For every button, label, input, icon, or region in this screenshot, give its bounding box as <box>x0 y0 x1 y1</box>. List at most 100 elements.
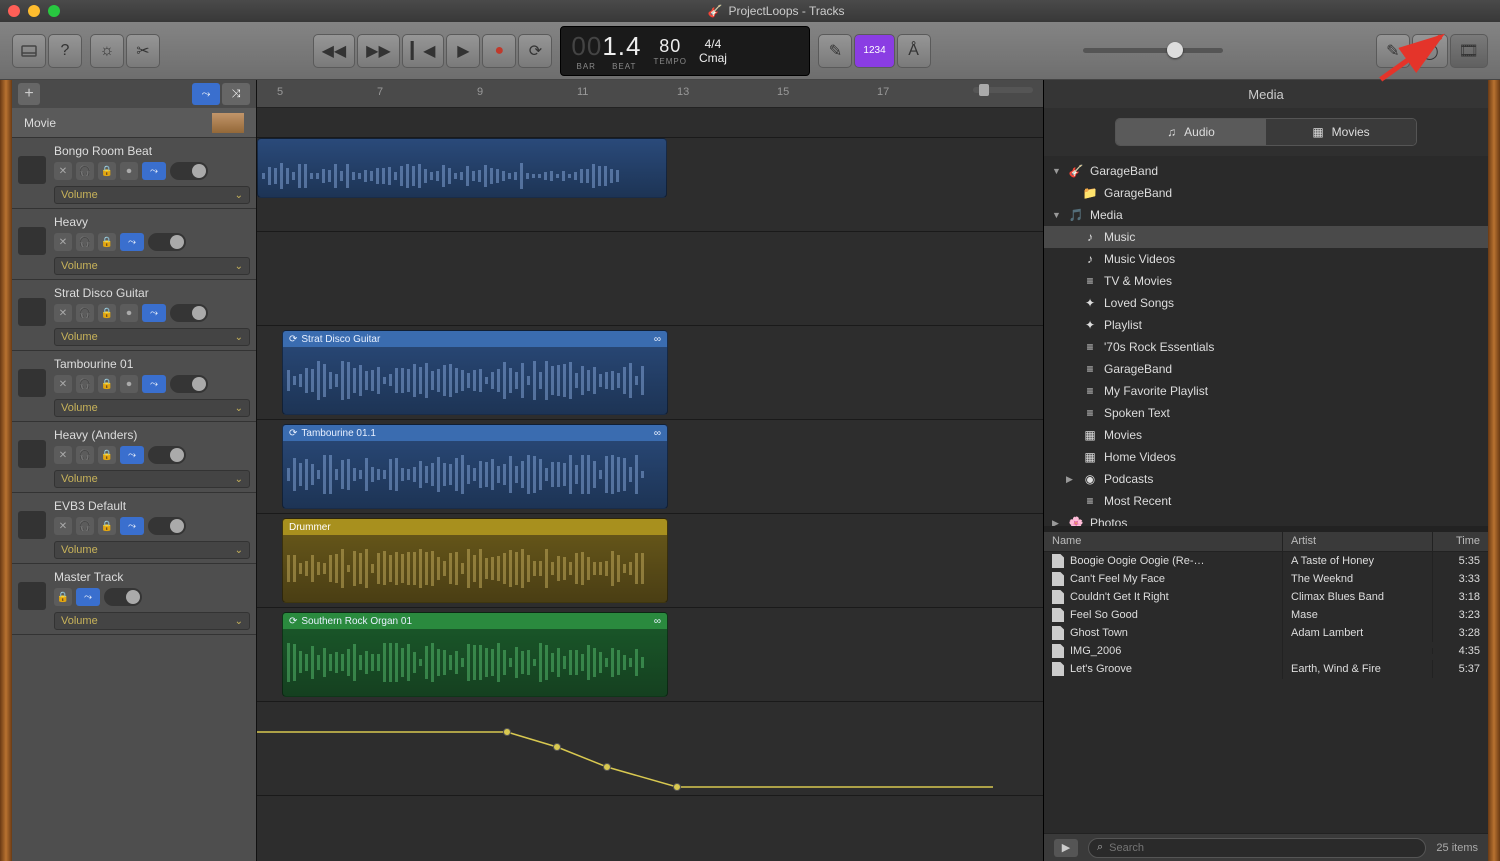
input-monitor-button[interactable]: ⏺ <box>120 375 138 393</box>
region[interactable]: ⟳Tambourine 01.1∞ <box>282 424 668 509</box>
tree-item[interactable]: 📁GarageBand <box>1044 182 1488 204</box>
tree-item[interactable]: ≡Most Recent <box>1044 490 1488 512</box>
media-row[interactable]: Feel So GoodMase3:23 <box>1044 606 1488 624</box>
track-lane[interactable]: ⟳Tambourine 01.1∞ <box>257 420 1043 514</box>
track-enable-toggle[interactable] <box>104 588 142 606</box>
rewind-button[interactable]: ◀◀ <box>313 34 356 68</box>
track-header[interactable]: Tambourine 01 ✕ 🎧 🔒 ⏺ ⤳ Volume⌄ <box>12 351 256 422</box>
tree-item[interactable]: ✦Loved Songs <box>1044 292 1488 314</box>
lock-button[interactable]: 🔒 <box>98 162 116 180</box>
lock-button[interactable]: 🔒 <box>98 233 116 251</box>
cycle-button[interactable]: ⟳ <box>518 34 552 68</box>
column-name[interactable]: Name <box>1044 532 1283 551</box>
solo-button[interactable]: 🎧 <box>76 446 94 464</box>
media-browser-button[interactable]: 🎞 <box>1450 34 1488 68</box>
track-header[interactable]: Heavy ✕ 🎧 🔒 ⤳ Volume⌄ <box>12 209 256 280</box>
track-lane[interactable] <box>257 702 1043 796</box>
lock-button[interactable]: 🔒 <box>54 588 72 606</box>
automation-param-select[interactable]: Volume⌄ <box>54 328 250 346</box>
window-minimize[interactable] <box>28 5 40 17</box>
track-enable-toggle[interactable] <box>148 517 186 535</box>
forward-button[interactable]: ▶▶ <box>357 34 400 68</box>
tree-item[interactable]: ≡TV & Movies <box>1044 270 1488 292</box>
tree-item[interactable]: ≡'70s Rock Essentials <box>1044 336 1488 358</box>
disclosure-icon[interactable]: ▼ <box>1052 210 1062 220</box>
tab-audio[interactable]: ♫Audio <box>1116 119 1266 145</box>
mute-button[interactable]: ✕ <box>54 375 72 393</box>
editors-button[interactable]: ✂ <box>126 34 160 68</box>
lock-button[interactable]: 🔒 <box>98 517 116 535</box>
track-lane[interactable]: ⟳Strat Disco Guitar∞ <box>257 326 1043 420</box>
track-header[interactable]: Heavy (Anders) ✕ 🎧 🔒 ⤳ Volume⌄ <box>12 422 256 493</box>
track-lane[interactable] <box>257 138 1043 232</box>
solo-button[interactable]: 🎧 <box>76 304 94 322</box>
notepad-button[interactable]: ✎ <box>1376 34 1410 68</box>
region[interactable]: ⟳Strat Disco Guitar∞ <box>282 330 668 415</box>
mute-button[interactable]: ✕ <box>54 162 72 180</box>
automation-param-select[interactable]: Volume⌄ <box>54 399 250 417</box>
region[interactable]: ⟳Southern Rock Organ 01∞ <box>282 612 668 697</box>
tree-item[interactable]: ♪Music Videos <box>1044 248 1488 270</box>
lcd-display[interactable]: 001.4BAR BEAT 80TEMPO 4/4Cmaj <box>560 26 810 76</box>
solo-button[interactable]: 🎧 <box>76 233 94 251</box>
add-track-button[interactable]: + <box>18 83 40 105</box>
automation-param-select[interactable]: Volume⌄ <box>54 186 250 204</box>
solo-button[interactable]: 🎧 <box>76 517 94 535</box>
media-row[interactable]: Couldn't Get It RightClimax Blues Band3:… <box>1044 588 1488 606</box>
region[interactable] <box>257 138 667 198</box>
track-enable-toggle[interactable] <box>148 446 186 464</box>
automation-point[interactable] <box>673 783 681 791</box>
tree-item[interactable]: ≡GarageBand <box>1044 358 1488 380</box>
master-volume-icon[interactable]: ✎ <box>818 34 852 68</box>
window-close[interactable] <box>8 5 20 17</box>
automation-param-select[interactable]: Volume⌄ <box>54 541 250 559</box>
search-input[interactable] <box>1109 842 1417 854</box>
track-enable-toggle[interactable] <box>170 304 208 322</box>
track-enable-toggle[interactable] <box>148 233 186 251</box>
lock-button[interactable]: 🔒 <box>98 446 116 464</box>
mute-button[interactable]: ✕ <box>54 304 72 322</box>
movie-track-header[interactable]: Movie <box>12 108 256 138</box>
automation-button[interactable]: ⤳ <box>76 588 100 606</box>
window-maximize[interactable] <box>48 5 60 17</box>
media-row[interactable]: Let's GrooveEarth, Wind & Fire5:37 <box>1044 660 1488 678</box>
column-artist[interactable]: Artist <box>1283 532 1433 551</box>
automation-button[interactable]: ⤳ <box>120 233 144 251</box>
track-header[interactable]: Master Track 🔒 ⤳ Volume⌄ <box>12 564 256 635</box>
automation-param-select[interactable]: Volume⌄ <box>54 470 250 488</box>
automation-button[interactable]: ⤳ <box>120 446 144 464</box>
track-enable-toggle[interactable] <box>170 162 208 180</box>
input-monitor-button[interactable]: ⏺ <box>120 304 138 322</box>
mute-button[interactable]: ✕ <box>54 446 72 464</box>
play-button[interactable]: ▶ <box>446 34 480 68</box>
preview-play-button[interactable]: ▶ <box>1054 839 1078 857</box>
automation-param-select[interactable]: Volume⌄ <box>54 612 250 630</box>
stop-button[interactable]: ▎◀ <box>402 34 445 68</box>
tree-item[interactable]: ▼🎵Media <box>1044 204 1488 226</box>
tree-item[interactable]: ✦Playlist <box>1044 314 1488 336</box>
track-lane[interactable]: Drummer <box>257 514 1043 608</box>
tuner-button[interactable]: Å <box>897 34 931 68</box>
track-header[interactable]: Strat Disco Guitar ✕ 🎧 🔒 ⏺ ⤳ Volume⌄ <box>12 280 256 351</box>
smart-controls-button[interactable]: ☼ <box>90 34 124 68</box>
tree-item[interactable]: ♪Music <box>1044 226 1488 248</box>
solo-button[interactable]: 🎧 <box>76 162 94 180</box>
count-in-button[interactable]: 1234 <box>854 34 894 68</box>
track-header[interactable]: EVB3 Default ✕ 🎧 🔒 ⤳ Volume⌄ <box>12 493 256 564</box>
media-row[interactable]: IMG_20064:35 <box>1044 642 1488 660</box>
automation-point[interactable] <box>553 743 561 751</box>
tree-item[interactable]: ▶◉Podcasts <box>1044 468 1488 490</box>
loop-browser-button[interactable]: ◯ <box>1412 34 1448 68</box>
automation-param-select[interactable]: Volume⌄ <box>54 257 250 275</box>
media-source-tree[interactable]: ▼🎸GarageBand📁GarageBand▼🎵Media♪Music♪Mus… <box>1044 156 1488 526</box>
automation-button[interactable]: ⤳ <box>142 375 166 393</box>
automation-button[interactable]: ⤳ <box>120 517 144 535</box>
tree-item[interactable]: ▶🌸Photos <box>1044 512 1488 526</box>
tree-item[interactable]: ≡Spoken Text <box>1044 402 1488 424</box>
key-signature[interactable]: Cmaj <box>699 51 727 65</box>
timeline-ruler[interactable]: 57911131517 <box>257 80 1043 108</box>
tab-movies[interactable]: ▦Movies <box>1266 119 1416 145</box>
media-row[interactable]: Can't Feel My FaceThe Weeknd3:33 <box>1044 570 1488 588</box>
region[interactable]: Drummer <box>282 518 668 603</box>
media-row[interactable]: Boogie Oogie Oogie (Re-…A Taste of Honey… <box>1044 552 1488 570</box>
